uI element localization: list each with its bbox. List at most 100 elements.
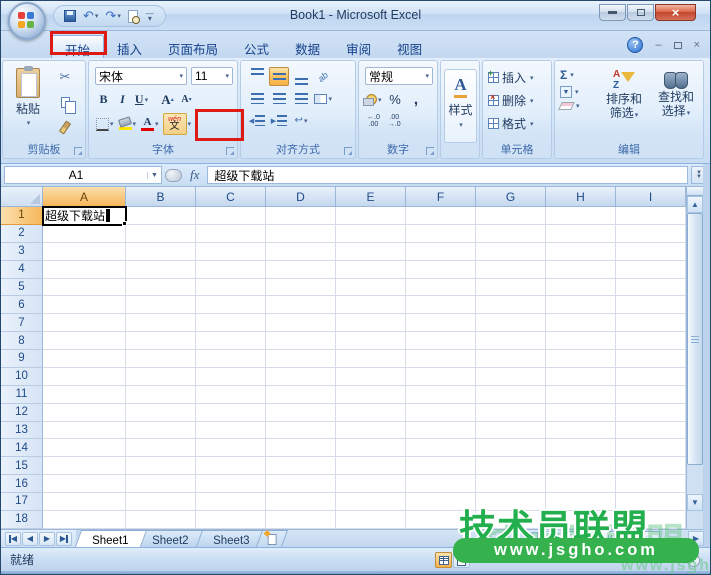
column-header-G[interactable]: G: [476, 187, 546, 207]
cell-E10[interactable]: [336, 367, 406, 386]
copy-button[interactable]: [53, 92, 77, 114]
cell-C13[interactable]: [196, 421, 266, 440]
cell-E9[interactable]: [336, 350, 406, 368]
cell-C9[interactable]: [196, 350, 266, 368]
ribbon-tab-3[interactable]: 公式: [231, 35, 282, 58]
vertical-scroll-thumb[interactable]: [687, 213, 703, 465]
insert-dropdown-icon[interactable]: ▾: [530, 74, 534, 82]
ribbon-tab-2[interactable]: 页面布局: [155, 35, 231, 58]
cell-D18[interactable]: [266, 510, 336, 529]
cell-D3[interactable]: [266, 242, 336, 261]
cell-F10[interactable]: [406, 367, 476, 386]
cell-C11[interactable]: [196, 385, 266, 404]
decrease-decimal-button[interactable]: .00 →.0: [386, 113, 403, 129]
cell-I15[interactable]: [616, 457, 686, 476]
cell-C2[interactable]: [196, 224, 266, 243]
format-dropdown-icon[interactable]: ▾: [530, 120, 534, 128]
delete-dropdown-icon[interactable]: ▾: [530, 97, 534, 105]
row-header-13[interactable]: 13: [1, 421, 43, 440]
office-button[interactable]: [8, 2, 46, 40]
scroll-up-button[interactable]: ▲: [687, 196, 703, 213]
cell-C18[interactable]: [196, 510, 266, 529]
cell-G11[interactable]: [476, 385, 546, 404]
cell-F15[interactable]: [406, 457, 476, 476]
cell-E13[interactable]: [336, 421, 406, 440]
cell-C15[interactable]: [196, 457, 266, 476]
font-name-combo[interactable]: 宋体 ▾: [95, 67, 187, 85]
cell-A17[interactable]: [43, 493, 126, 511]
cell-I4[interactable]: [616, 260, 686, 279]
wrap-text-dropdown-icon[interactable]: ▾: [304, 117, 308, 125]
clear-dropdown-icon[interactable]: ▾: [576, 102, 580, 110]
cell-G3[interactable]: [476, 242, 546, 261]
cell-A5[interactable]: [43, 278, 126, 297]
row-header-17[interactable]: 17: [1, 493, 43, 511]
cell-G1[interactable]: [476, 207, 546, 225]
cell-C12[interactable]: [196, 403, 266, 422]
cell-B3[interactable]: [126, 242, 196, 261]
format-cells-button[interactable]: 格式 ▾: [488, 115, 534, 132]
font-size-combo[interactable]: 11 ▾: [191, 67, 233, 85]
column-header-B[interactable]: B: [126, 187, 196, 207]
merge-dropdown-icon[interactable]: ▾: [328, 95, 332, 103]
percent-style-button[interactable]: %: [387, 90, 404, 109]
cell-D11[interactable]: [266, 385, 336, 404]
cell-I2[interactable]: [616, 224, 686, 243]
font-name-dropdown-icon[interactable]: ▾: [179, 72, 183, 80]
merge-center-button[interactable]: ▾: [313, 89, 333, 108]
cell-H16[interactable]: [546, 475, 616, 493]
row-header-15[interactable]: 15: [1, 457, 43, 476]
cell-D7[interactable]: [266, 314, 336, 333]
cell-G2[interactable]: [476, 224, 546, 243]
cell-I16[interactable]: [616, 475, 686, 493]
cell-E6[interactable]: [336, 296, 406, 315]
cell-B7[interactable]: [126, 314, 196, 333]
cell-G5[interactable]: [476, 278, 546, 297]
cell-D14[interactable]: [266, 439, 336, 458]
cell-E8[interactable]: [336, 332, 406, 350]
cell-C3[interactable]: [196, 242, 266, 261]
cell-E2[interactable]: [336, 224, 406, 243]
column-header-D[interactable]: D: [266, 187, 336, 207]
number-format-dropdown-icon[interactable]: ▾: [425, 72, 429, 80]
cell-F13[interactable]: [406, 421, 476, 440]
ribbon-tab-4[interactable]: 数据: [282, 35, 333, 58]
increase-decimal-button[interactable]: ←.0 .00: [365, 113, 382, 129]
borders-dropdown-icon[interactable]: ▾: [110, 120, 114, 128]
underline-button[interactable]: U ▾: [133, 90, 150, 109]
cell-F11[interactable]: [406, 385, 476, 404]
cell-E14[interactable]: [336, 439, 406, 458]
cell-I3[interactable]: [616, 242, 686, 261]
font-color-dropdown-icon[interactable]: ▾: [155, 120, 159, 128]
cell-A3[interactable]: [43, 242, 126, 261]
cell-D1[interactable]: [266, 207, 336, 225]
format-painter-button[interactable]: [53, 117, 77, 137]
align-bottom-button[interactable]: [291, 67, 311, 86]
cell-F1[interactable]: [406, 207, 476, 225]
align-middle-button[interactable]: [269, 67, 289, 86]
fill-color-dropdown-icon[interactable]: ▾: [133, 120, 137, 128]
cell-E7[interactable]: [336, 314, 406, 333]
row-header-8[interactable]: 8: [1, 332, 43, 350]
row-header-2[interactable]: 2: [1, 224, 43, 243]
cell-A18[interactable]: [43, 510, 126, 529]
cell-B4[interactable]: [126, 260, 196, 279]
fill-button[interactable]: ▼ ▾: [560, 86, 580, 98]
clear-button[interactable]: ▾: [558, 102, 580, 110]
cell-H9[interactable]: [546, 350, 616, 368]
cell-G10[interactable]: [476, 367, 546, 386]
cell-C17[interactable]: [196, 493, 266, 511]
cell-F14[interactable]: [406, 439, 476, 458]
cell-C5[interactable]: [196, 278, 266, 297]
cell-A12[interactable]: [43, 403, 126, 422]
cell-B14[interactable]: [126, 439, 196, 458]
cell-A16[interactable]: [43, 475, 126, 493]
row-header-9[interactable]: 9: [1, 350, 43, 368]
cell-G9[interactable]: [476, 350, 546, 368]
cell-C10[interactable]: [196, 367, 266, 386]
cell-B10[interactable]: [126, 367, 196, 386]
autosum-button[interactable]: Σ ▾: [560, 68, 580, 82]
cell-H2[interactable]: [546, 224, 616, 243]
cell-B8[interactable]: [126, 332, 196, 350]
cell-B12[interactable]: [126, 403, 196, 422]
